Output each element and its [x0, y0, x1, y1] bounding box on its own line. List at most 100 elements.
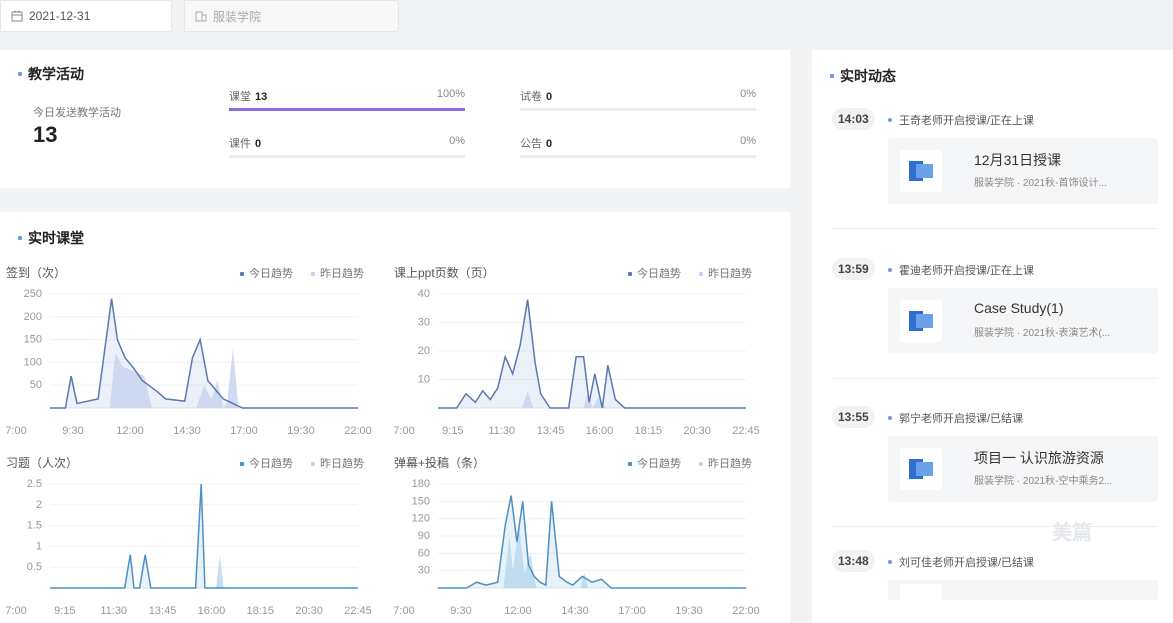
x-tick-label: 22:45 — [732, 425, 760, 437]
course-title: 12月31日授课 — [974, 152, 1062, 168]
y-tick-label: 1.5 — [27, 520, 42, 532]
stat-value: 13 — [255, 91, 268, 103]
teaching-activity-card: 教学活动 今日发送教学活动 13 课堂 13 100% 试卷 0 0% 课件 0 0% 公告 0 0% — [0, 50, 790, 188]
feed-event: 霍迪老师开启授课/正在上课 — [888, 262, 1034, 278]
legend-swatch — [628, 272, 632, 277]
x-tick-label: 12:00 — [116, 425, 144, 437]
course-title: 项目一 认识旅游资源 — [974, 450, 1104, 466]
watermark: 美篇 — [1052, 522, 1092, 544]
x-tick-label: 16:00 — [586, 425, 614, 437]
chart-plot: 250 200 150 100 50 7:00 9:30 12:00 14:30 17:00 19:… — [6, 288, 372, 437]
stat-progress-track — [229, 155, 465, 158]
legend-item[interactable]: 昨日趋势 — [311, 455, 364, 471]
chart-plot: 2.5 2 1.5 1 0.5 7:00 9:15 11:30 13:45 16:00 18:15 2… — [6, 478, 372, 617]
stat-progress-track — [520, 155, 756, 158]
x-tick-label: 19:30 — [287, 425, 315, 437]
realtime-feed-title: 实时动态 — [830, 66, 896, 86]
legend-swatch — [311, 272, 315, 277]
legend-swatch — [699, 272, 703, 277]
feed-time: 13:55 — [832, 406, 875, 428]
legend-swatch — [311, 462, 315, 467]
y-tick-label: 150 — [24, 334, 42, 346]
legend-label: 今日趋势 — [637, 458, 681, 470]
feed-event-text: 王奇老师开启授课/正在上课 — [899, 115, 1035, 127]
stat-percent: 100% — [436, 88, 465, 100]
feed-course-card[interactable]: 项目一 认识旅游资源 服装学院 · 2021秋-空中乘务2... — [888, 436, 1158, 502]
series-yesterday-area — [216, 554, 224, 588]
date-filter[interactable]: 2021-12-31 — [0, 0, 172, 32]
legend-item[interactable]: 今日趋势 — [240, 265, 293, 281]
feed-event-text: 郭宁老师开启授课/已结课 — [899, 413, 1024, 425]
stat-label-text: 课件 — [229, 138, 251, 150]
teaching-activity-title: 教学活动 — [18, 64, 84, 84]
stat-percent: 0% — [740, 135, 756, 147]
legend-item[interactable]: 昨日趋势 — [699, 265, 752, 281]
building-icon — [195, 11, 207, 22]
x-tick-label: 18:15 — [247, 605, 275, 617]
y-tick-label: 2.5 — [27, 478, 42, 490]
legend-label: 昨日趋势 — [708, 268, 752, 280]
feed-dot — [888, 416, 892, 420]
y-tick-label: 30 — [418, 565, 430, 577]
series-today-area — [438, 495, 746, 588]
feed-event: 王奇老师开启授课/正在上课 — [888, 112, 1034, 128]
feed-course-card[interactable] — [888, 580, 1158, 600]
course-icon — [900, 150, 942, 192]
x-tick-label: 22:00 — [732, 605, 760, 617]
legend-swatch — [240, 462, 244, 467]
x-tick-label: 17:00 — [618, 605, 646, 617]
feed-dot — [888, 268, 892, 272]
chart-plot: 40 30 20 10 7:00 9:15 11:30 13:45 16:00 18:15 20:3… — [394, 288, 760, 437]
x-tick-label: 11:30 — [488, 425, 515, 437]
x-tick-label: 22:00 — [344, 425, 372, 437]
feed-course-card[interactable]: 12月31日授课 服装学院 · 2021秋-首饰设计... — [888, 138, 1158, 204]
feed-event-text: 刘可佳老师开启授课/已结课 — [899, 557, 1035, 569]
legend-label: 今日趋势 — [249, 268, 293, 280]
stat-progress-track — [520, 108, 756, 111]
legend-item[interactable]: 昨日趋势 — [699, 455, 752, 471]
x-tick-label: 9:15 — [442, 425, 463, 437]
stat-3-label: 公告 0 — [520, 135, 552, 151]
stat-percent: 0% — [449, 135, 465, 147]
legend-label: 昨日趋势 — [320, 458, 364, 470]
chart-3: 弹幕+投稿（条） 今日趋势 昨日趋势 180 150 120 90 60 30 7:00 9:30 1… — [394, 452, 764, 622]
today-activity-label: 今日发送教学活动 — [33, 107, 121, 119]
feed-time: 14:03 — [832, 108, 875, 130]
chart-legend: 今日趋势 昨日趋势 — [240, 455, 364, 471]
x-tick-label: 18:15 — [635, 425, 663, 437]
feed-event-text: 霍迪老师开启授课/正在上课 — [899, 265, 1035, 277]
x-tick-label: 11:30 — [100, 605, 127, 617]
legend-item[interactable]: 今日趋势 — [240, 455, 293, 471]
stat-2-label: 课件 0 — [229, 135, 261, 151]
feed-course-card[interactable]: Case Study(1) 服装学院 · 2021秋-表演艺术(... — [888, 288, 1158, 354]
college-filter[interactable]: 服装学院 — [184, 0, 399, 32]
feed-dot — [888, 560, 892, 564]
stat-progress-track — [229, 108, 465, 111]
legend-label: 昨日趋势 — [320, 268, 364, 280]
x-tick-label: 20:30 — [295, 605, 323, 617]
legend-item[interactable]: 今日趋势 — [628, 265, 681, 281]
legend-item[interactable]: 昨日趋势 — [311, 265, 364, 281]
course-icon — [900, 448, 942, 490]
stat-percent: 0% — [740, 88, 756, 100]
stat-value: 0 — [255, 138, 262, 150]
legend-swatch — [240, 272, 244, 277]
legend-swatch — [628, 462, 632, 467]
college-value: 服装学院 — [213, 9, 262, 24]
y-tick-label: 200 — [24, 311, 42, 323]
stat-value: 0 — [546, 138, 553, 150]
slides-icon — [909, 459, 933, 479]
chart-title: 签到（次） — [6, 266, 67, 280]
feed-time: 13:48 — [832, 550, 875, 572]
legend-label: 昨日趋势 — [708, 458, 752, 470]
series-yesterday-area — [522, 390, 746, 408]
course-icon — [900, 584, 942, 600]
x-tick-label: 7:00 — [6, 425, 27, 437]
x-tick-label: 12:00 — [504, 605, 532, 617]
legend-item[interactable]: 今日趋势 — [628, 455, 681, 471]
chart-title: 习题（人次） — [6, 456, 79, 470]
y-tick-label: 2 — [36, 499, 42, 511]
legend-label: 今日趋势 — [249, 458, 293, 470]
series-today-area — [50, 298, 358, 408]
stat-1-label: 试卷 0 — [520, 88, 552, 104]
